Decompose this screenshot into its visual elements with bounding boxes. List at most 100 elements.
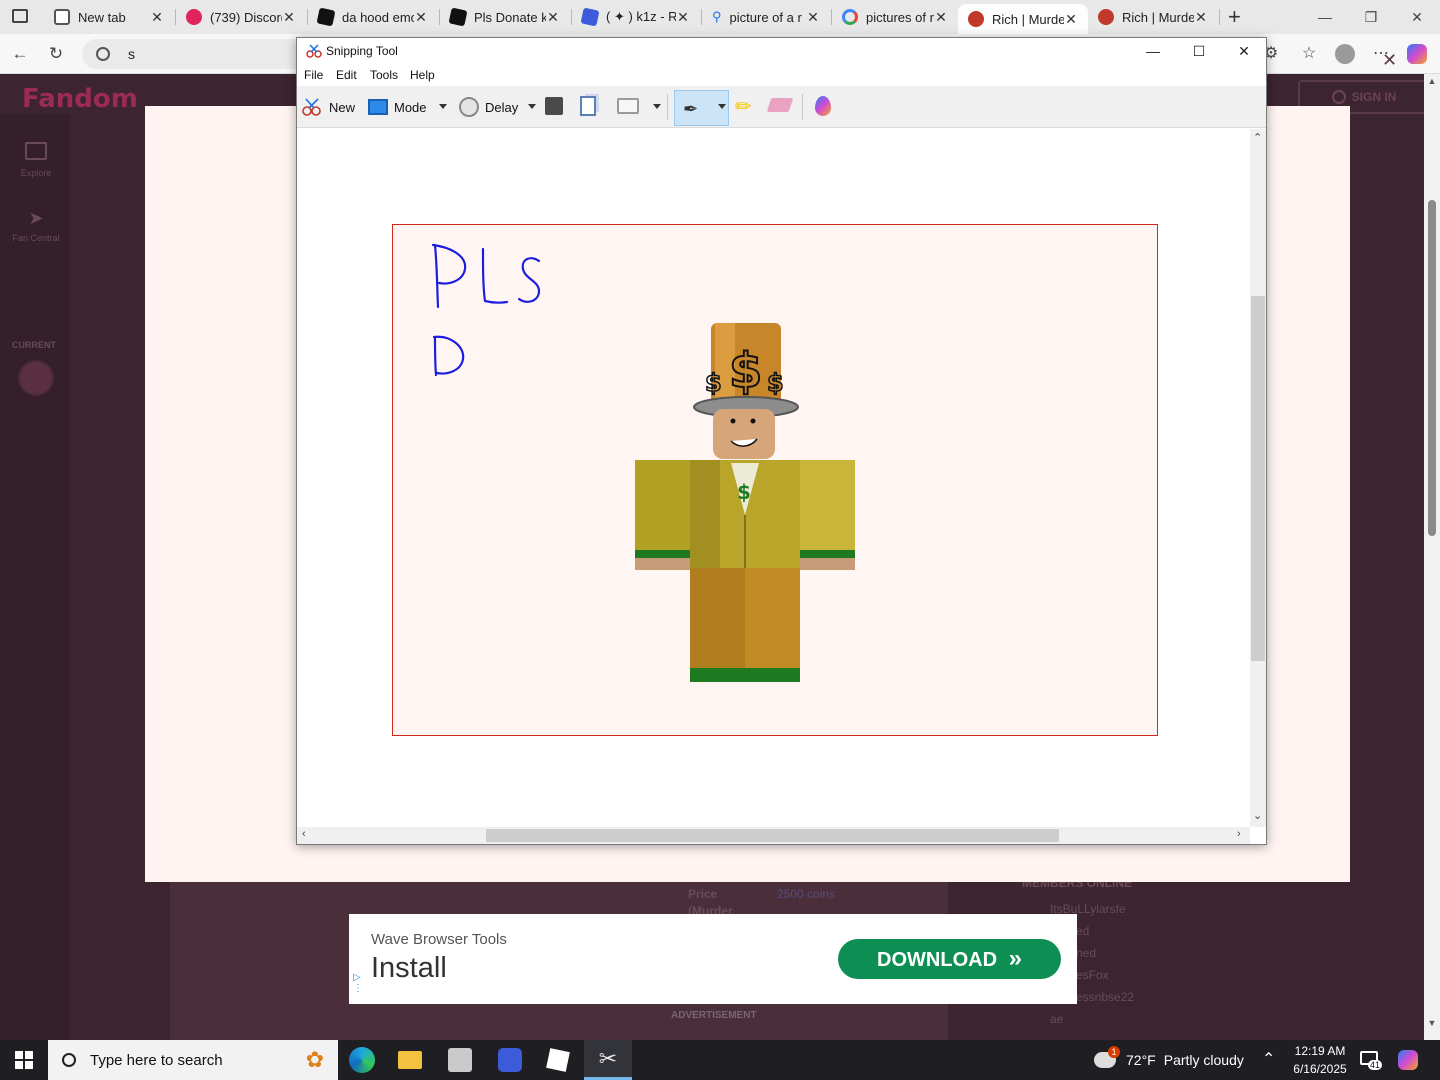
taskbar-search-box[interactable]: Type here to search ✿	[48, 1040, 338, 1080]
pen-dropdown-caret[interactable]	[718, 104, 726, 109]
tab-rich-murder-active[interactable]: Rich | Murde ✕	[958, 4, 1088, 34]
tab-pls-donate[interactable]: Pls Donate ki ✕	[440, 4, 570, 30]
snipping-tool-window: Snipping Tool — ☐ ✕ File Edit Tools Help…	[296, 37, 1267, 845]
menu-tools[interactable]: Tools	[370, 68, 398, 82]
new-snip-button[interactable]: New	[301, 94, 355, 120]
snip-scroll-left[interactable]: ‹	[302, 828, 306, 840]
close-window-button[interactable]: ✕	[1394, 0, 1440, 34]
snipping-title-bar[interactable]: Snipping Tool — ☐ ✕	[297, 38, 1266, 64]
tab-picture-search[interactable]: ⚲ picture of a r ✕	[702, 4, 830, 30]
snip-scroll-up[interactable]: ⌃	[1253, 131, 1262, 144]
notification-center-button[interactable]: 41	[1358, 1048, 1383, 1072]
menu-edit[interactable]: Edit	[336, 68, 357, 82]
delay-button[interactable]: Delay	[459, 94, 518, 120]
back-arrow-icon[interactable]: ←	[8, 42, 32, 66]
tab-close-icon[interactable]: ✕	[150, 9, 164, 26]
start-button[interactable]	[0, 1040, 48, 1080]
snip-scroll-down[interactable]: ⌄	[1253, 809, 1262, 822]
tab-close-icon[interactable]: ✕	[806, 9, 820, 26]
refresh-icon[interactable]: ↻	[44, 42, 68, 66]
community-avatar[interactable]	[18, 360, 54, 396]
snip-vscroll-thumb[interactable]	[1251, 296, 1265, 661]
ad-banner[interactable]: ▷ ⋮ Wave Browser Tools Install DOWNLOAD »	[349, 914, 1077, 1004]
tab-close-icon[interactable]: ✕	[414, 9, 428, 26]
snip-maximize-button[interactable]: ☐	[1176, 38, 1222, 64]
taskbar-app[interactable]	[436, 1040, 484, 1080]
windows-taskbar: Type here to search ✿ ✂ 1 72°F Partly cl…	[0, 1040, 1440, 1080]
ad-title: Install	[371, 952, 447, 984]
taskbar-file-explorer[interactable]	[386, 1040, 434, 1080]
ad-choices-icon[interactable]: ▷ ⋮	[353, 972, 363, 1000]
mode-button[interactable]: Mode	[368, 94, 427, 120]
clock-date: 6/16/2025	[1293, 1062, 1347, 1076]
roblox-blue-icon	[580, 7, 600, 27]
taskbar-edge[interactable]	[338, 1040, 386, 1080]
copilot-icon[interactable]	[1398, 1050, 1418, 1070]
tab-close-icon[interactable]: ✕	[1064, 11, 1078, 28]
tab-close-icon[interactable]: ✕	[934, 9, 948, 26]
tab-close-icon[interactable]: ✕	[676, 9, 690, 26]
weather-desc: Partly cloudy	[1163, 1052, 1244, 1068]
snip-scroll-right[interactable]: ›	[1237, 828, 1241, 840]
menu-file[interactable]: File	[304, 68, 323, 82]
restore-button[interactable]: ❐	[1348, 0, 1394, 34]
search-icon	[62, 1053, 76, 1067]
snip-minimize-button[interactable]: —	[1130, 38, 1176, 64]
scroll-down-arrow[interactable]: ▼	[1426, 1018, 1438, 1028]
send-snip-icon[interactable]	[617, 98, 639, 114]
ad-download-button[interactable]: DOWNLOAD »	[838, 939, 1061, 979]
notification-count: 41	[1368, 1060, 1383, 1070]
taskbar-roblox-player[interactable]	[486, 1040, 534, 1080]
tab-new-tab[interactable]: New tab ✕	[44, 4, 174, 30]
rail-fan-central-label: Fan Central	[12, 233, 60, 243]
tab-close-icon[interactable]: ✕	[282, 9, 296, 26]
copy-icon[interactable]	[580, 96, 596, 116]
tab-k1z[interactable]: ( ✦ ) k1z - Ro ✕	[572, 4, 700, 30]
tab-google-pictures[interactable]: pictures of ri ✕	[832, 4, 958, 30]
tab-actions-icon[interactable]	[12, 9, 28, 23]
menu-help[interactable]: Help	[410, 68, 435, 82]
snip-hscroll-thumb[interactable]	[486, 829, 1059, 842]
highlighter-icon[interactable]: ✏	[735, 94, 752, 119]
tab-rich-murder[interactable]: Rich | Murde ✕	[1088, 4, 1218, 30]
eraser-icon[interactable]	[766, 98, 794, 112]
mode-dropdown-caret[interactable]	[439, 104, 447, 109]
scroll-up-arrow[interactable]: ▲	[1426, 76, 1438, 86]
tab-close-icon[interactable]: ✕	[546, 9, 560, 26]
new-tab-button[interactable]: +	[1228, 4, 1241, 30]
weather-widget[interactable]: 1 72°F Partly cloudy	[1094, 1040, 1244, 1080]
taskbar-snipping-tool[interactable]: ✂	[584, 1040, 632, 1080]
lightbox-close-icon[interactable]: ✕	[1382, 50, 1397, 71]
minimize-button[interactable]: —	[1302, 0, 1348, 34]
fandom-logo: Fandom	[22, 84, 138, 114]
snip-vertical-scrollbar[interactable]: ⌃ ⌄	[1250, 129, 1266, 827]
windows-logo-icon	[15, 1051, 33, 1069]
rectangle-mode-icon	[368, 99, 388, 115]
save-icon[interactable]	[545, 97, 563, 115]
send-dropdown-caret[interactable]	[653, 104, 661, 109]
snipping-window-title: Snipping Tool	[326, 44, 398, 58]
page-scroll-thumb[interactable]	[1428, 200, 1436, 536]
member-name: esFox	[1076, 968, 1109, 982]
address-text[interactable]: s	[128, 46, 135, 62]
copilot-icon[interactable]	[1404, 42, 1430, 66]
tab-discord[interactable]: (739) Discord ✕	[176, 4, 306, 30]
profile-avatar[interactable]	[1332, 42, 1358, 66]
taskbar-roblox-studio[interactable]	[534, 1040, 582, 1080]
delay-dropdown-caret[interactable]	[528, 104, 536, 109]
rail-explore[interactable]: Explore	[8, 142, 64, 178]
svg-text:$: $	[729, 343, 762, 399]
rail-fan-central[interactable]: ➤ Fan Central	[8, 208, 64, 243]
snip-horizontal-scrollbar[interactable]: ‹ ›	[297, 827, 1250, 844]
advertisement-label: ADVERTISEMENT	[671, 1010, 757, 1021]
tab-label: da hood emo	[342, 9, 414, 25]
favorites-icon[interactable]: ☆	[1296, 42, 1322, 66]
taskbar-clock[interactable]: 12:19 AM 6/16/2025	[1280, 1042, 1360, 1078]
page-scrollbar[interactable]: ▲ ▼	[1424, 74, 1440, 1040]
tab-da-hood[interactable]: da hood emo ✕	[308, 4, 438, 30]
paint3d-icon[interactable]	[815, 96, 831, 116]
snip-close-button[interactable]: ✕	[1221, 38, 1267, 64]
tray-chevron-up-icon[interactable]: ⌃	[1262, 1049, 1275, 1069]
snip-canvas[interactable]: $ $ $ $	[297, 129, 1250, 827]
tab-close-icon[interactable]: ✕	[1194, 9, 1208, 26]
